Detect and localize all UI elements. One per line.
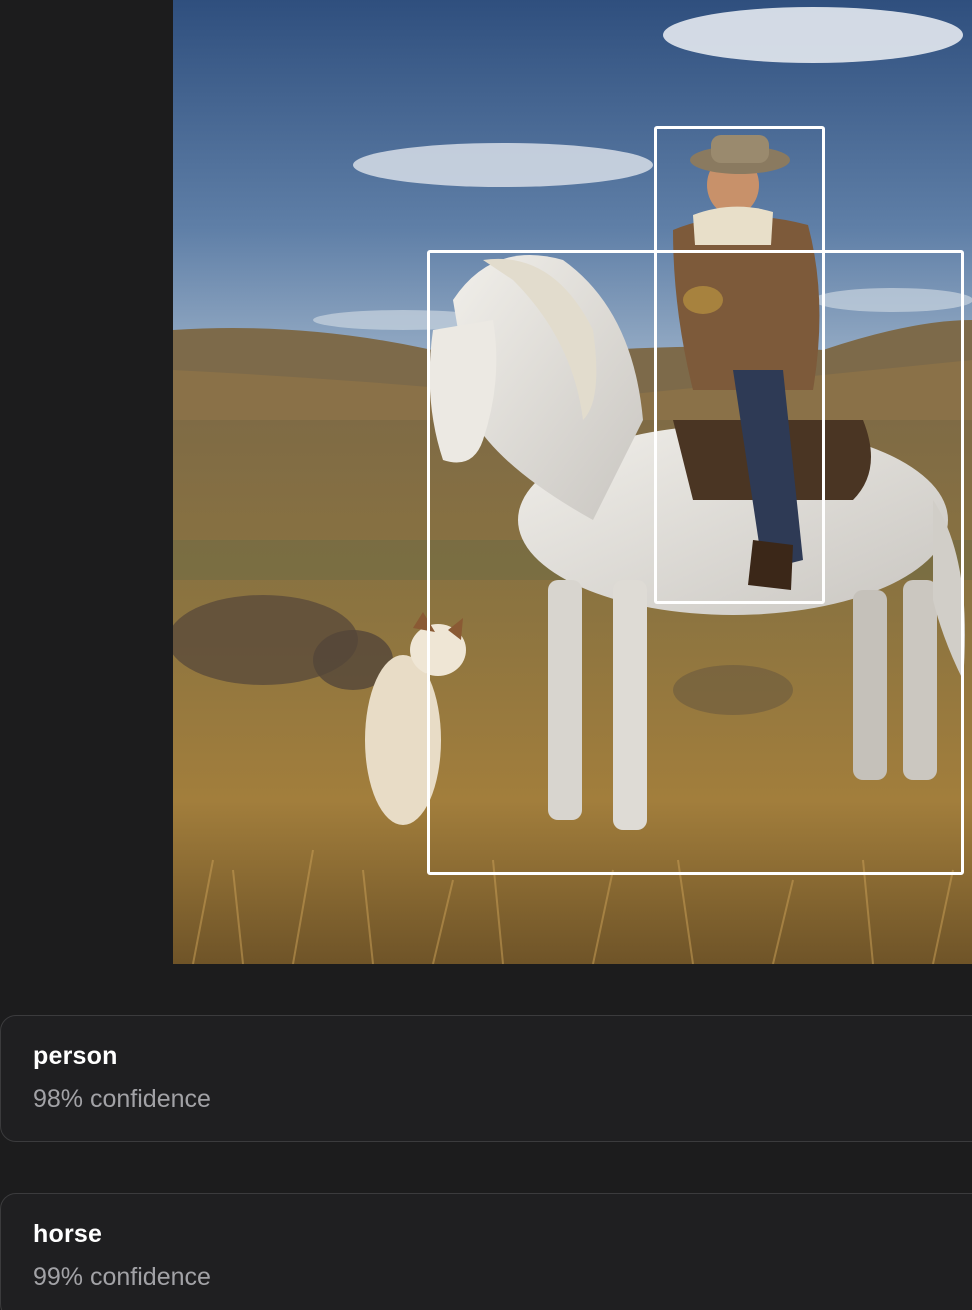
detection-results-view: person 98% confidence horse 99% confiden…	[0, 0, 972, 1310]
result-card-horse[interactable]: horse 99% confidence	[0, 1193, 972, 1310]
result-confidence: 98% confidence	[33, 1085, 211, 1113]
result-card-person[interactable]: person 98% confidence	[0, 1015, 972, 1142]
result-label: horse	[33, 1220, 103, 1248]
detection-photo	[173, 0, 972, 964]
horse-bounding-box[interactable]	[427, 250, 964, 875]
result-label: person	[33, 1042, 118, 1070]
result-confidence: 99% confidence	[33, 1263, 211, 1291]
